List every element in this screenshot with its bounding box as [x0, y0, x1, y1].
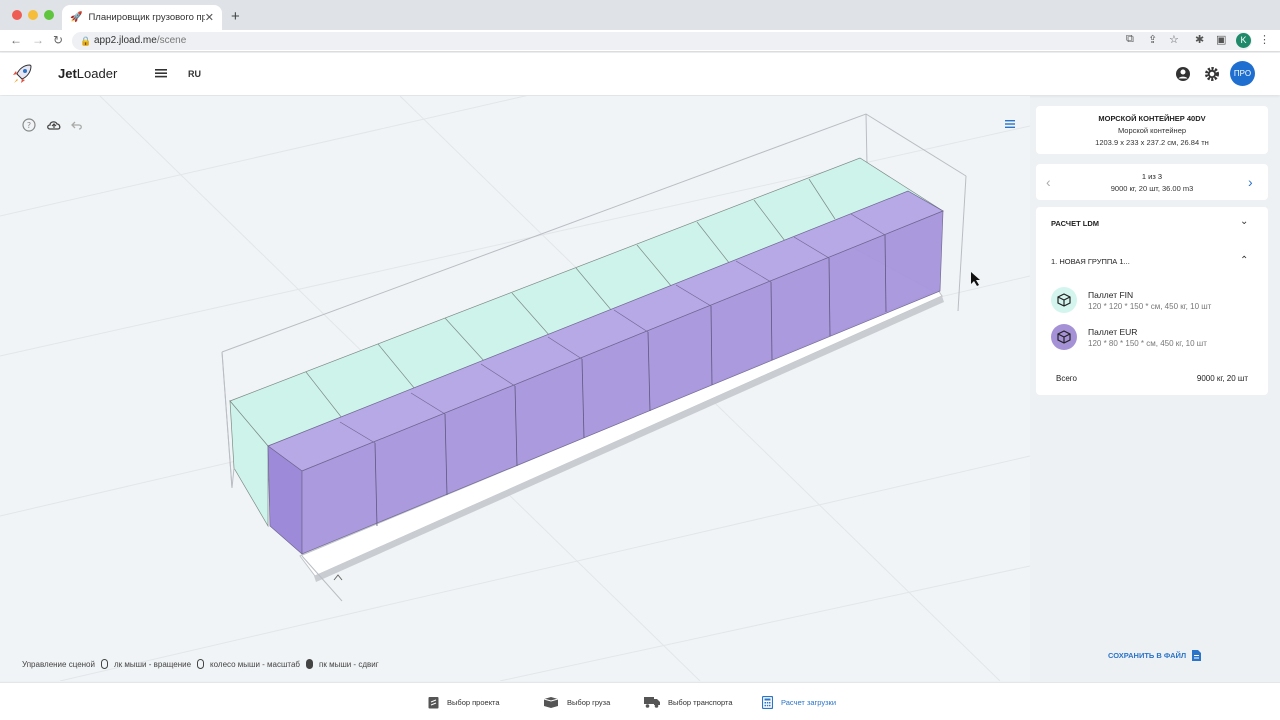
controls-label: Управление сценой: [22, 659, 95, 669]
tab-title: Планировщик грузового про: [88, 12, 205, 23]
forward-icon[interactable]: →: [32, 33, 44, 47]
browser-toolbar: ← → ↻ 🔒 app2.jload.me/scene: [0, 30, 1280, 52]
container-subtitle: Морской контейнер: [1117, 126, 1187, 135]
bottom-navigation: Выбор проекта Выбор груза Выбор транспор…: [0, 682, 1280, 720]
minimize-window-button[interactable]: [28, 10, 38, 20]
share-icon[interactable]: ⇪: [1148, 33, 1157, 46]
cargo-item-dims: 120 * 80 * 150 * см, 450 кг, 10 шт: [1088, 339, 1207, 348]
control-zoom: колесо мыши - масштаб: [210, 659, 301, 669]
prev-arrow-icon[interactable]: ‹: [1046, 174, 1051, 190]
back-icon[interactable]: ←: [10, 33, 22, 47]
cargo-item-fin[interactable]: Паллет FIN 120 * 120 * 150 * см, 450 кг,…: [1051, 287, 1261, 315]
pager-summary: 9000 кг, 20 шт, 36.00 m3: [1110, 184, 1194, 193]
account-icon[interactable]: [1175, 66, 1191, 82]
hamburger-menu-icon[interactable]: [154, 66, 168, 80]
cargo-item-dims: 120 * 120 * 150 * см, 450 кг, 10 шт: [1088, 302, 1212, 311]
loading-pager: ‹ 1 из 3 9000 кг, 20 шт, 36.00 m3 ›: [1036, 164, 1268, 200]
reload-icon[interactable]: ↻: [53, 33, 63, 47]
new-tab-icon[interactable]: +: [231, 8, 240, 25]
clipboard-icon: [428, 697, 439, 709]
open-box-icon: [543, 697, 559, 708]
mouse-left-icon: [100, 659, 108, 669]
browser-menu-icon[interactable]: ⋮: [1259, 33, 1270, 46]
scene-viewport[interactable]: ? Управление сценой лк мыши - вращение к…: [0, 96, 1030, 681]
browser-tab[interactable]: 🚀 Планировщик грузового про ✕: [62, 5, 222, 30]
ldm-section-title[interactable]: РАСЧЕТ LDM: [1051, 219, 1099, 228]
nav-label: Выбор проекта: [447, 698, 500, 707]
calculator-icon: [762, 696, 773, 709]
next-arrow-icon[interactable]: ›: [1248, 174, 1253, 190]
save-label: СОХРАНИТЬ В ФАЙЛ: [1108, 651, 1187, 660]
scene-list-menu-icon[interactable]: [1004, 118, 1016, 130]
brand-name[interactable]: JetLoader: [58, 66, 117, 81]
pro-badge[interactable]: ПРО: [1230, 61, 1255, 86]
group-title[interactable]: 1. НОВАЯ ГРУППА 1...: [1051, 257, 1130, 266]
container-dims: 1203.9 x 233 x 237.2 см, 26.84 тн: [1095, 138, 1209, 147]
rocket-logo-icon[interactable]: [10, 62, 34, 86]
bookmark-star-icon[interactable]: ☆: [1169, 33, 1179, 46]
browser-tabbar: 🚀 Планировщик грузового про ✕ +: [0, 0, 1280, 30]
container-info-card: МОРСКОЙ КОНТЕЙНЕР 40DV Морской контейнер…: [1036, 106, 1268, 154]
nav-transport-select[interactable]: Выбор транспорта: [644, 696, 733, 708]
chevron-up-icon[interactable]: ⌃: [1240, 255, 1248, 266]
undo-icon[interactable]: [70, 118, 84, 132]
help-icon[interactable]: ?: [22, 118, 36, 132]
box-icon: [1051, 287, 1077, 313]
box-icon: [1051, 324, 1077, 350]
pager-position: 1 из 3: [1141, 172, 1163, 181]
nav-load-calculation[interactable]: Расчет загрузки: [762, 696, 836, 709]
sidepanel-icon[interactable]: ▣: [1216, 33, 1226, 46]
total-label: Всего: [1056, 374, 1077, 383]
control-rotate: лк мыши - вращение: [113, 659, 192, 669]
rocket-favicon-icon: 🚀: [70, 12, 83, 23]
total-value: 9000 кг, 20 шт: [1196, 374, 1248, 383]
url-host: app2.jload.me: [94, 35, 157, 46]
control-pan: пк мыши - сдвиг: [319, 659, 379, 669]
language-switch[interactable]: RU: [188, 69, 201, 79]
tab-close-icon[interactable]: ✕: [205, 11, 214, 24]
chevron-down-icon[interactable]: ⌄: [1240, 216, 1248, 227]
app-header: JetLoader RU ПРО: [0, 53, 1280, 95]
container-title: МОРСКОЙ КОНТЕЙНЕР 40DV: [1098, 114, 1206, 123]
maximize-window-button[interactable]: [44, 10, 54, 20]
nav-label: Выбор транспорта: [668, 697, 733, 707]
lock-icon: 🔒: [80, 36, 92, 46]
nav-label: Выбор груза: [567, 697, 611, 707]
nav-cargo-select[interactable]: Выбор груза: [543, 696, 610, 708]
truck-icon: [644, 697, 660, 708]
nav-label: Расчет загрузки: [781, 698, 837, 707]
address-bar[interactable]: 🔒 app2.jload.me/scene: [72, 32, 1252, 50]
translate-icon[interactable]: ⧉: [1126, 33, 1134, 46]
close-window-button[interactable]: [12, 10, 22, 20]
cloud-upload-icon[interactable]: [46, 118, 62, 132]
extensions-icon[interactable]: ✱: [1195, 33, 1204, 46]
profile-avatar[interactable]: K: [1236, 33, 1251, 48]
container-3d-view[interactable]: [0, 96, 1030, 681]
mouse-wheel-icon: [197, 659, 205, 669]
svg-text:?: ?: [27, 121, 31, 130]
cargo-item-eur[interactable]: Паллет EUR 120 * 80 * 150 * см, 450 кг, …: [1051, 324, 1261, 352]
cargo-groups-card: РАСЧЕТ LDM ⌄ 1. НОВАЯ ГРУППА 1... ⌃ Палл…: [1036, 207, 1268, 395]
nav-project-select[interactable]: Выбор проекта: [428, 696, 500, 709]
settings-gear-icon[interactable]: [1204, 66, 1220, 82]
cargo-item-name: Паллет FIN: [1088, 290, 1134, 300]
scene-controls-hint: Управление сценой лк мыши - вращение кол…: [22, 659, 379, 669]
mouse-right-icon: [306, 659, 314, 669]
save-to-file-button[interactable]: СОХРАНИТЬ В ФАЙЛ: [1108, 650, 1202, 661]
cargo-item-name: Паллет EUR: [1088, 327, 1138, 337]
url-path: /scene: [156, 35, 187, 46]
file-icon: [1192, 650, 1202, 661]
